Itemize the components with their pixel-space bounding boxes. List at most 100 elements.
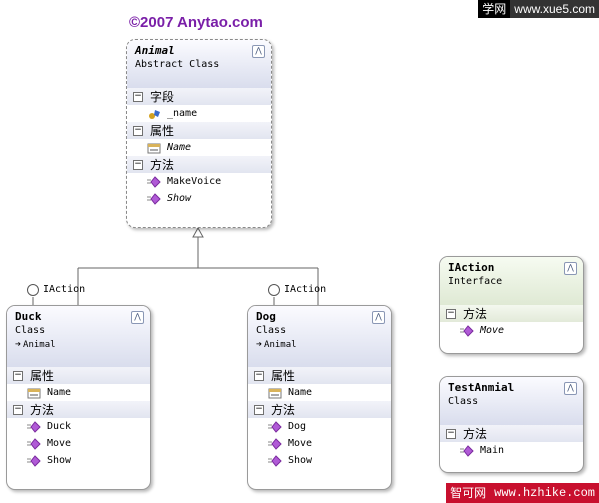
section-header-fields[interactable]: − 字段 <box>127 88 271 105</box>
member-method[interactable]: Duck <box>7 418 150 435</box>
double-chevron-up-icon[interactable]: ⋀ <box>252 45 265 58</box>
method-icon <box>268 454 282 467</box>
member-label: MakeVoice <box>167 176 222 187</box>
section-label: 方法 <box>463 427 488 441</box>
section-label: 方法 <box>271 403 296 417</box>
section-header-methods[interactable]: − 方法 <box>440 425 583 442</box>
method-icon <box>268 420 282 433</box>
base-class-name: Animal <box>23 340 56 350</box>
method-icon <box>460 444 474 457</box>
section-label: 字段 <box>150 90 175 104</box>
collapse-minus-icon[interactable]: − <box>254 370 264 381</box>
arrow-right-icon: ➔ <box>15 339 22 350</box>
collapse-minus-icon[interactable]: − <box>133 91 143 102</box>
property-icon <box>268 387 282 399</box>
class-name: Dog <box>256 310 276 323</box>
property-icon <box>27 387 41 399</box>
duck-interface-label: IAction <box>43 284 86 295</box>
section-label: 属性 <box>150 124 175 138</box>
collapse-minus-icon[interactable]: − <box>13 370 23 381</box>
member-property[interactable]: Name <box>248 384 391 401</box>
class-type: Abstract Class <box>135 59 220 70</box>
member-method[interactable]: Dog <box>248 418 391 435</box>
class-name: Duck <box>15 310 42 323</box>
class-name: Animal <box>135 44 175 57</box>
member-method[interactable]: Show <box>7 452 150 469</box>
member-method[interactable]: Move <box>440 322 583 339</box>
section-header-methods[interactable]: − 方法 <box>7 401 150 418</box>
class-name: IAction <box>448 261 495 274</box>
class-type: Class <box>15 325 46 336</box>
section-header-methods[interactable]: − 方法 <box>127 156 271 173</box>
class-header: Dog Class ➔ Animal ⋀ <box>248 306 391 367</box>
member-method[interactable]: Move <box>248 435 391 452</box>
member-method[interactable]: Show <box>127 190 271 207</box>
collapse-minus-icon[interactable]: − <box>133 159 143 170</box>
section-header-properties[interactable]: − 属性 <box>248 367 391 384</box>
inheritance-arrowhead <box>192 226 204 238</box>
class-header: TestAnmial Class ⋀ <box>440 377 583 425</box>
section-label: 属性 <box>30 369 55 383</box>
member-method[interactable]: Main <box>440 442 583 459</box>
class-header: Duck Class ➔ Animal ⋀ <box>7 306 150 367</box>
collapse-minus-icon[interactable]: − <box>13 404 23 415</box>
double-chevron-up-icon[interactable]: ⋀ <box>564 382 577 395</box>
member-label: Main <box>480 445 505 456</box>
member-label: Move <box>480 325 505 336</box>
collapse-minus-icon[interactable]: − <box>446 428 456 439</box>
interface-lollipop-duck <box>27 284 39 296</box>
member-label: Move <box>47 438 72 449</box>
method-icon <box>27 420 41 433</box>
class-type: Interface <box>448 276 503 287</box>
member-label: Show <box>167 193 192 204</box>
member-label: Duck <box>47 421 72 432</box>
member-field[interactable]: _name <box>127 105 271 122</box>
member-property[interactable]: Name <box>7 384 150 401</box>
section-header-methods[interactable]: − 方法 <box>440 305 583 322</box>
member-label: Name <box>167 142 192 153</box>
class-box-iaction[interactable]: IAction Interface ⋀ − 方法 Move <box>439 256 584 354</box>
class-type: Class <box>448 396 479 407</box>
base-class-name: Animal <box>264 340 297 350</box>
method-icon <box>27 454 41 467</box>
class-base: ➔ Animal <box>15 338 142 352</box>
member-property[interactable]: Name <box>127 139 271 156</box>
section-header-methods[interactable]: − 方法 <box>248 401 391 418</box>
class-header: Animal Abstract Class ⋀ <box>127 40 271 88</box>
interface-lollipop-dog <box>268 284 280 296</box>
member-method[interactable]: MakeVoice <box>127 173 271 190</box>
section-header-properties[interactable]: − 属性 <box>7 367 150 384</box>
double-chevron-up-icon[interactable]: ⋀ <box>564 262 577 275</box>
class-box-testanmial[interactable]: TestAnmial Class ⋀ − 方法 Main <box>439 376 584 473</box>
member-label: Dog <box>288 421 307 432</box>
member-label: Name <box>288 387 313 398</box>
member-method[interactable]: Show <box>248 452 391 469</box>
field-icon <box>147 108 161 120</box>
member-label: _name <box>167 108 198 119</box>
arrow-right-icon: ➔ <box>256 339 263 350</box>
class-type: Class <box>256 325 287 336</box>
class-header: IAction Interface ⋀ <box>440 257 583 305</box>
double-chevron-up-icon[interactable]: ⋀ <box>372 311 385 324</box>
section-header-properties[interactable]: − 属性 <box>127 122 271 139</box>
class-box-animal[interactable]: Animal Abstract Class ⋀ − 字段 _name − 属性 … <box>126 39 272 228</box>
collapse-minus-icon[interactable]: − <box>133 125 143 136</box>
method-icon <box>147 175 161 188</box>
method-icon <box>147 192 161 205</box>
class-box-duck[interactable]: Duck Class ➔ Animal ⋀ − 属性 Name − 方法 Duck… <box>6 305 151 490</box>
method-icon <box>268 437 282 450</box>
class-box-dog[interactable]: Dog Class ➔ Animal ⋀ − 属性 Name − 方法 Dog M… <box>247 305 392 490</box>
class-base: ➔ Animal <box>256 338 383 352</box>
collapse-minus-icon[interactable]: − <box>254 404 264 415</box>
member-label: Name <box>47 387 72 398</box>
section-label: 方法 <box>150 158 175 172</box>
double-chevron-up-icon[interactable]: ⋀ <box>131 311 144 324</box>
class-name: TestAnmial <box>448 381 515 394</box>
member-label: Show <box>47 455 72 466</box>
method-icon <box>460 324 474 337</box>
section-label: 属性 <box>271 369 296 383</box>
member-method[interactable]: Move <box>7 435 150 452</box>
member-label: Show <box>288 455 313 466</box>
collapse-minus-icon[interactable]: − <box>446 308 456 319</box>
member-label: Move <box>288 438 313 449</box>
